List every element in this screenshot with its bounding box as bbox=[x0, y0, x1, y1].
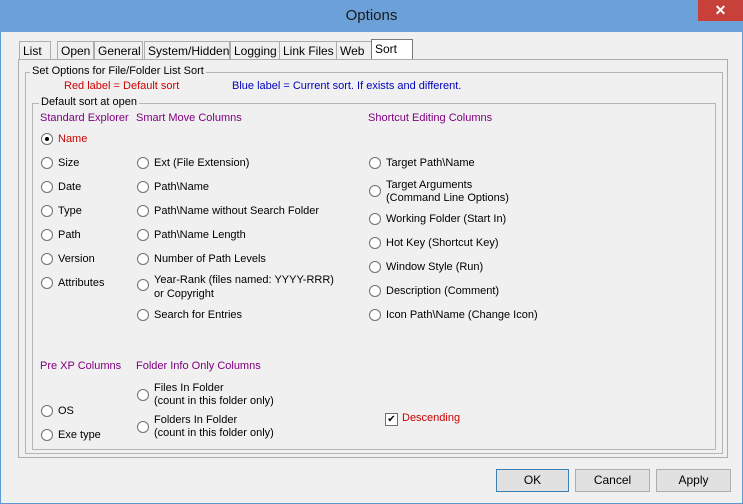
radio-description-label: Description (Comment) bbox=[386, 285, 500, 297]
radio-year-rank-label-2: or Copyright bbox=[154, 288, 214, 300]
radio-path-name-label: Path\Name bbox=[154, 181, 210, 193]
radio-working-folder[interactable] bbox=[369, 213, 381, 225]
radio-attributes[interactable] bbox=[41, 277, 53, 289]
radio-folders-in-folder[interactable] bbox=[137, 421, 149, 433]
smart-move-header: Smart Move Columns bbox=[136, 112, 242, 124]
radio-version[interactable] bbox=[41, 253, 53, 265]
radio-exe-type[interactable] bbox=[41, 429, 53, 441]
radio-path-levels-label: Number of Path Levels bbox=[154, 253, 266, 265]
default-sort-legend: Default sort at open bbox=[39, 96, 140, 108]
radio-hot-key[interactable] bbox=[369, 237, 381, 249]
radio-target-arguments-label-2: (Command Line Options) bbox=[386, 192, 509, 204]
radio-icon-path[interactable] bbox=[369, 309, 381, 321]
radio-path-name-no-search[interactable] bbox=[137, 205, 149, 217]
descending-checkbox[interactable]: ✔ bbox=[385, 413, 398, 426]
radio-search-entries[interactable] bbox=[137, 309, 149, 321]
apply-button[interactable]: Apply bbox=[656, 469, 731, 492]
radio-year-rank-label: Year-Rank (files named: YYYY-RRR) bbox=[154, 274, 334, 286]
radio-folders-in-folder-label: Folders In Folder bbox=[154, 414, 238, 426]
tab-list[interactable]: List bbox=[19, 41, 51, 60]
radio-path-name[interactable] bbox=[137, 181, 149, 193]
radio-window-style[interactable] bbox=[369, 261, 381, 273]
blue-label-note: Blue label = Current sort. If exists and… bbox=[232, 80, 462, 92]
radio-target-arguments[interactable] bbox=[369, 185, 381, 197]
tab-link-files[interactable]: Link Files bbox=[279, 41, 339, 60]
shortcut-editing-header: Shortcut Editing Columns bbox=[368, 112, 493, 124]
tab-system-hidden[interactable]: System/Hidden bbox=[144, 41, 230, 60]
window-title: Options bbox=[345, 7, 398, 24]
sort-options-legend: Set Options for File/Folder List Sort bbox=[30, 65, 206, 77]
tab-web[interactable]: Web bbox=[336, 41, 372, 60]
radio-working-folder-label: Working Folder (Start In) bbox=[386, 213, 507, 225]
radio-os-label: OS bbox=[58, 405, 74, 417]
radio-files-in-folder-label: Files In Folder bbox=[154, 382, 224, 394]
red-label-note: Red label = Default sort bbox=[64, 80, 180, 92]
radio-files-in-folder[interactable] bbox=[137, 389, 149, 401]
default-sort-group bbox=[32, 103, 716, 450]
radio-type-label: Type bbox=[58, 205, 82, 217]
tab-general[interactable]: General bbox=[94, 41, 143, 60]
standard-explorer-header: Standard Explorer bbox=[40, 112, 129, 124]
radio-path-label: Path bbox=[58, 229, 81, 241]
descending-label: Descending bbox=[402, 412, 461, 424]
radio-path[interactable] bbox=[41, 229, 53, 241]
radio-target-arguments-label: Target Arguments bbox=[386, 179, 473, 191]
pre-xp-header: Pre XP Columns bbox=[40, 360, 122, 372]
radio-date-label: Date bbox=[58, 181, 82, 193]
radio-size[interactable] bbox=[41, 157, 53, 169]
radio-icon-path-label: Icon Path\Name (Change Icon) bbox=[386, 309, 538, 321]
folder-info-header: Folder Info Only Columns bbox=[136, 360, 261, 372]
radio-os[interactable] bbox=[41, 405, 53, 417]
tab-open[interactable]: Open bbox=[57, 41, 94, 60]
radio-window-style-label: Window Style (Run) bbox=[386, 261, 484, 273]
radio-ext[interactable] bbox=[137, 157, 149, 169]
radio-size-label: Size bbox=[58, 157, 80, 169]
radio-files-in-folder-label-2: (count in this folder only) bbox=[154, 395, 274, 407]
ok-button[interactable]: OK bbox=[496, 469, 569, 492]
tab-logging[interactable]: Logging bbox=[230, 41, 282, 60]
radio-attributes-label: Attributes bbox=[58, 277, 105, 289]
radio-target-path-label: Target Path\Name bbox=[386, 157, 475, 169]
radio-hot-key-label: Hot Key (Shortcut Key) bbox=[386, 237, 499, 249]
radio-year-rank[interactable] bbox=[137, 279, 149, 291]
radio-path-name-no-search-label: Path\Name without Search Folder bbox=[154, 205, 320, 217]
radio-name-label: Name bbox=[58, 133, 88, 145]
close-button[interactable]: ✕ bbox=[698, 0, 743, 21]
radio-path-name-length[interactable] bbox=[137, 229, 149, 241]
radio-date[interactable] bbox=[41, 181, 53, 193]
cancel-button[interactable]: Cancel bbox=[575, 469, 650, 492]
radio-search-entries-label: Search for Entries bbox=[154, 309, 243, 321]
radio-path-levels[interactable] bbox=[137, 253, 149, 265]
radio-type[interactable] bbox=[41, 205, 53, 217]
tab-sort[interactable]: Sort bbox=[371, 39, 413, 61]
radio-name[interactable] bbox=[41, 133, 53, 145]
radio-folders-in-folder-label-2: (count in this folder only) bbox=[154, 427, 274, 439]
radio-version-label: Version bbox=[58, 253, 95, 265]
radio-description[interactable] bbox=[369, 285, 381, 297]
radio-path-name-length-label: Path\Name Length bbox=[154, 229, 246, 241]
radio-exe-type-label: Exe type bbox=[58, 429, 101, 441]
radio-target-path[interactable] bbox=[369, 157, 381, 169]
radio-ext-label: Ext (File Extension) bbox=[154, 157, 250, 169]
